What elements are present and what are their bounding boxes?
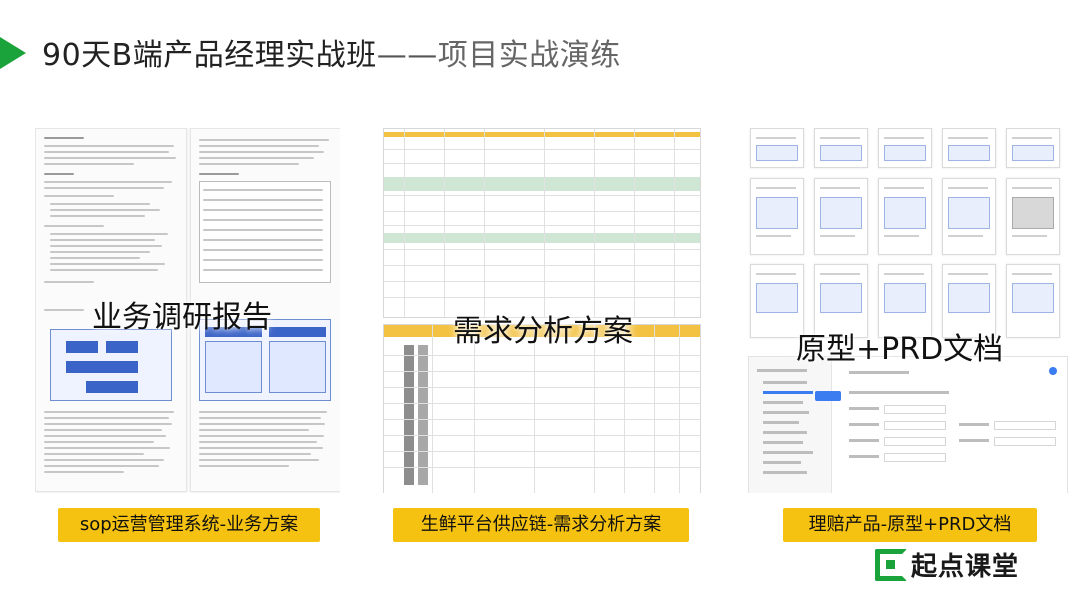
brand-name: 起点课堂 — [911, 551, 1020, 582]
title-main: 90天B端产品经理实战班 — [42, 38, 377, 73]
prototype-screenshot — [748, 356, 1068, 493]
page-title: 90天B端产品经理实战班——项目实战演练 — [42, 30, 621, 74]
title-arrow-icon — [0, 37, 26, 69]
title-dash: —— — [376, 38, 438, 73]
prototype-sidebar — [749, 357, 832, 493]
caption-fresh-supply-chain: 生鲜平台供应链-需求分析方案 — [393, 508, 689, 542]
panel-overlay-label: 业务调研报告 — [92, 300, 272, 335]
panel-requirements-sheet: 需求分析方案 — [383, 128, 701, 493]
panel-overlay-label: 原型+PRD文档 — [796, 332, 1004, 367]
panel-prototype-prd: 原型+PRD文档 — [748, 128, 1068, 493]
prototype-thumbnails — [748, 128, 1068, 343]
brand-logo: 起点课堂 — [875, 546, 1019, 582]
spreadsheet-top — [383, 128, 701, 318]
caption-claims-prd: 理赔产品-原型+PRD文档 — [783, 508, 1037, 542]
panel-overlay-label: 需求分析方案 — [453, 314, 633, 349]
caption-sop-business-plan: sop运营管理系统-业务方案 — [58, 508, 320, 542]
title-sub: 项目实战演练 — [437, 38, 621, 73]
panel-business-report: 业务调研报告 — [35, 128, 340, 493]
qidian-logo-icon — [875, 549, 907, 581]
